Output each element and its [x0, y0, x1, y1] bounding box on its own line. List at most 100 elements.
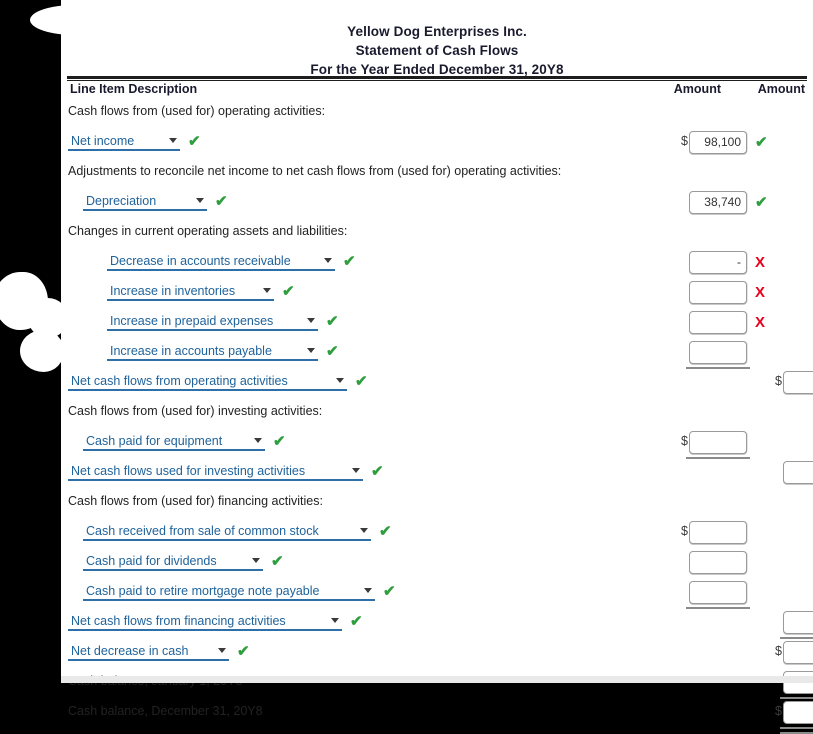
- amount-input[interactable]: [783, 701, 813, 724]
- line-item-row: Decrease in accounts receivable ✔ - X: [61, 250, 813, 280]
- line-item-select[interactable]: Cash paid to retire mortgage note payabl…: [83, 582, 375, 601]
- validation-check-icon: ✔: [355, 373, 368, 390]
- line-item-row: Cash balance, December 31, 20Y8$X: [61, 700, 813, 734]
- sheet-bottom-band: [61, 676, 813, 683]
- validation-check-icon: ✔: [755, 134, 768, 151]
- amount-input[interactable]: [689, 281, 747, 304]
- line-item-select-value: Increase in prepaid expenses: [110, 313, 274, 328]
- chevron-down-icon: [305, 341, 316, 360]
- validation-check-icon: ✔: [215, 193, 228, 210]
- line-item-select-value: Cash paid for equipment: [86, 433, 223, 448]
- amount-input[interactable]: [689, 551, 747, 574]
- validation-check-icon: ✔: [326, 313, 339, 330]
- chevron-down-icon: [350, 461, 361, 480]
- subtotal-rule: [780, 697, 813, 699]
- amount-input[interactable]: [783, 611, 813, 634]
- line-item-row: Net cash flows from financing activities…: [61, 610, 813, 640]
- line-item-select-value: Net cash flows from financing activities: [71, 613, 286, 628]
- chevron-down-icon: [329, 611, 340, 630]
- chevron-down-icon: [305, 311, 316, 330]
- line-item-select[interactable]: Increase in prepaid expenses: [107, 312, 318, 331]
- chevron-down-icon: [167, 131, 178, 150]
- amount-input[interactable]: [689, 311, 747, 334]
- line-item-select[interactable]: Cash received from sale of common stock: [83, 522, 371, 541]
- line-item-row: Depreciation ✔ 38,740 ✔: [61, 190, 813, 220]
- line-item-select[interactable]: Cash paid for equipment: [83, 432, 265, 451]
- amount-input[interactable]: [689, 431, 747, 454]
- chevron-down-icon: [250, 551, 261, 570]
- line-item-select[interactable]: Depreciation: [83, 192, 207, 211]
- line-item-select[interactable]: Net income: [68, 132, 180, 151]
- column-header-row: Line Item Description Amount Amount: [67, 82, 807, 100]
- line-item-rows: Cash flows from (used for) operating act…: [61, 100, 813, 734]
- amount-input[interactable]: 38,740: [689, 191, 747, 214]
- amount-input[interactable]: -: [689, 251, 747, 274]
- line-item-select[interactable]: Increase in inventories: [107, 282, 274, 301]
- line-item-select[interactable]: Net cash flows used for investing activi…: [68, 462, 363, 481]
- validation-check-icon: ✔: [326, 343, 339, 360]
- line-item-row: Net decrease in cash ✔ $: [61, 640, 813, 670]
- total-double-rule: [780, 727, 813, 734]
- subtotal-rule: [686, 367, 750, 369]
- line-item-select[interactable]: Net cash flows from financing activities: [68, 612, 342, 631]
- line-item-row: Net income ✔ $98,100 ✔: [61, 130, 813, 160]
- subtotal-rule: [686, 607, 750, 609]
- chevron-down-icon: [358, 521, 369, 540]
- chevron-down-icon: [216, 641, 227, 660]
- line-item-row: Cash flows from (used for) financing act…: [61, 490, 813, 520]
- amount-input[interactable]: [783, 461, 813, 484]
- validation-check-icon: ✔: [755, 194, 768, 211]
- currency-symbol: $: [681, 434, 688, 448]
- line-item-select-value: Increase in inventories: [110, 283, 236, 298]
- validation-check-icon: ✔: [371, 463, 384, 480]
- currency-symbol: $: [775, 644, 782, 658]
- currency-symbol: $: [681, 134, 688, 148]
- column-header-amount-1: Amount: [673, 82, 721, 96]
- chevron-down-icon: [261, 281, 272, 300]
- statement-name: Statement of Cash Flows: [355, 43, 519, 58]
- company-name: Yellow Dog Enterprises Inc.: [347, 24, 527, 39]
- line-item-select[interactable]: Cash paid for dividends: [83, 552, 263, 571]
- line-item-row: Cash flows from (used for) operating act…: [61, 100, 813, 130]
- report-title-block: Yellow Dog Enterprises Inc. Statement of…: [61, 0, 813, 79]
- amount-input[interactable]: [689, 521, 747, 544]
- chevron-down-icon: [362, 581, 373, 600]
- line-item-row: Cash balance, January 1, 20Y8X: [61, 670, 813, 700]
- section-heading: Changes in current operating assets and …: [68, 224, 348, 238]
- statement-of-cash-flows: Yellow Dog Enterprises Inc. Statement of…: [61, 0, 813, 734]
- line-item-select-value: Net cash flows used for investing activi…: [71, 463, 306, 478]
- amount-input[interactable]: [783, 371, 813, 394]
- line-item-select-value: Net income: [71, 133, 135, 148]
- amount-input[interactable]: [689, 581, 747, 604]
- chevron-down-icon: [322, 251, 333, 270]
- validation-cross-icon: X: [755, 284, 766, 301]
- line-item-row: Adjustments to reconcile net income to n…: [61, 160, 813, 190]
- section-heading: Cash flows from (used for) operating act…: [68, 104, 326, 118]
- line-item-select-value: Cash paid to retire mortgage note payabl…: [86, 583, 320, 598]
- line-item-select-value: Decrease in accounts receivable: [110, 253, 291, 268]
- amount-input[interactable]: [783, 641, 813, 664]
- validation-check-icon: ✔: [379, 523, 392, 540]
- line-item-row: Cash paid for dividends ✔: [61, 550, 813, 580]
- validation-cross-icon: X: [755, 254, 766, 271]
- line-item-select[interactable]: Net cash flows from operating activities: [68, 372, 347, 391]
- decorative-blob-left-lower: [20, 330, 64, 372]
- section-heading: Cash flows from (used for) investing act…: [68, 404, 323, 418]
- line-item-row: Increase in accounts payable ✔: [61, 340, 813, 370]
- line-item-row: Net cash flows used for investing activi…: [61, 460, 813, 490]
- amount-input[interactable]: 98,100: [689, 131, 747, 154]
- validation-cross-icon: X: [755, 314, 766, 331]
- line-item-select[interactable]: Net decrease in cash: [68, 642, 229, 661]
- line-item-row: Cash paid to retire mortgage note payabl…: [61, 580, 813, 610]
- line-item-select-value: Increase in accounts payable: [110, 343, 272, 358]
- line-item-select[interactable]: Increase in accounts payable: [107, 342, 318, 361]
- chevron-down-icon: [194, 191, 205, 210]
- line-item-select[interactable]: Decrease in accounts receivable: [107, 252, 335, 271]
- line-item-row: Cash flows from (used for) investing act…: [61, 400, 813, 430]
- currency-symbol: $: [775, 374, 782, 388]
- amount-input[interactable]: [689, 341, 747, 364]
- line-item-label: Cash balance, December 31, 20Y8: [68, 704, 263, 718]
- line-item-select-value: Depreciation: [86, 193, 157, 208]
- validation-check-icon: ✔: [282, 283, 295, 300]
- validation-check-icon: ✔: [271, 553, 284, 570]
